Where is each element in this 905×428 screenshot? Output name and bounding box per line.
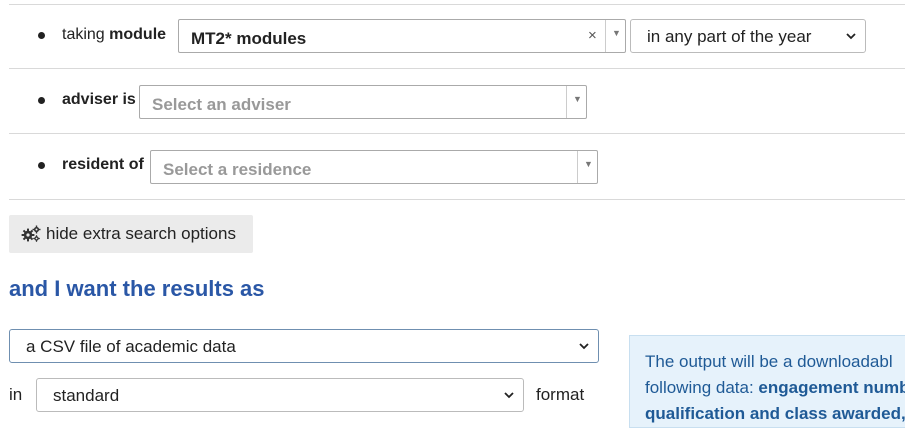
row-divider [9, 4, 905, 5]
row-divider [9, 199, 905, 200]
residence-select[interactable]: Select a residence ▼ [150, 150, 598, 184]
hide-extra-options-label: hide extra search options [46, 224, 236, 243]
clear-icon[interactable]: × [588, 27, 597, 44]
module-criterion-label: taking module [62, 26, 166, 44]
period-select[interactable]: in any part of the year [630, 19, 866, 53]
format-value: standard [53, 386, 120, 405]
residence-bold-text: resident of [62, 156, 144, 173]
info-line-2-text: following data: [645, 378, 759, 397]
hide-extra-options-button[interactable]: hide extra search options [9, 215, 253, 253]
residence-placeholder: Select a residence [163, 160, 312, 179]
select-separator [605, 20, 606, 52]
row-divider [9, 68, 905, 69]
bullet [38, 97, 45, 104]
chevron-down-icon [504, 392, 514, 399]
results-heading: and I want the results as [9, 276, 265, 301]
format-select[interactable]: standard [36, 378, 524, 412]
adviser-placeholder: Select an adviser [152, 95, 291, 114]
info-line-1: The output will be a downloadabl [645, 352, 893, 371]
output-info-box: The output will be a downloadabl followi… [629, 335, 905, 428]
info-line-3: qualification and class awarded, ye [645, 404, 905, 423]
output-type-value: a CSV file of academic data [26, 337, 236, 356]
chevron-down-icon [579, 343, 589, 350]
period-selected-value: in any part of the year [647, 27, 812, 46]
residence-criterion-label: resident of [62, 156, 144, 174]
info-line-2: following data: engagement numb [645, 378, 905, 398]
format-label: format [536, 385, 585, 404]
module-bold-text: module [109, 26, 167, 43]
bullet [38, 162, 45, 169]
row-divider [9, 133, 905, 134]
output-type-select[interactable]: a CSV file of academic data [9, 329, 599, 363]
caret-down-icon[interactable]: ▼ [573, 94, 582, 104]
select-separator [577, 151, 578, 183]
caret-down-icon[interactable]: ▼ [612, 28, 621, 38]
adviser-select[interactable]: Select an adviser ▼ [139, 85, 587, 119]
adviser-criterion-label: adviser is [62, 91, 136, 109]
caret-down-icon[interactable]: ▼ [584, 159, 593, 169]
adviser-bold-text: adviser is [62, 91, 136, 108]
gears-icon [21, 225, 41, 242]
module-prefix-text: taking [62, 26, 105, 43]
in-label: in [9, 385, 23, 404]
select-separator [566, 86, 567, 118]
chevron-down-icon [846, 33, 856, 40]
bullet [38, 32, 45, 39]
module-selected-value: MT2* modules [191, 29, 307, 48]
info-line-2-bold: engagement numb [758, 378, 905, 397]
module-select[interactable]: MT2* modules × ▼ [178, 19, 626, 53]
